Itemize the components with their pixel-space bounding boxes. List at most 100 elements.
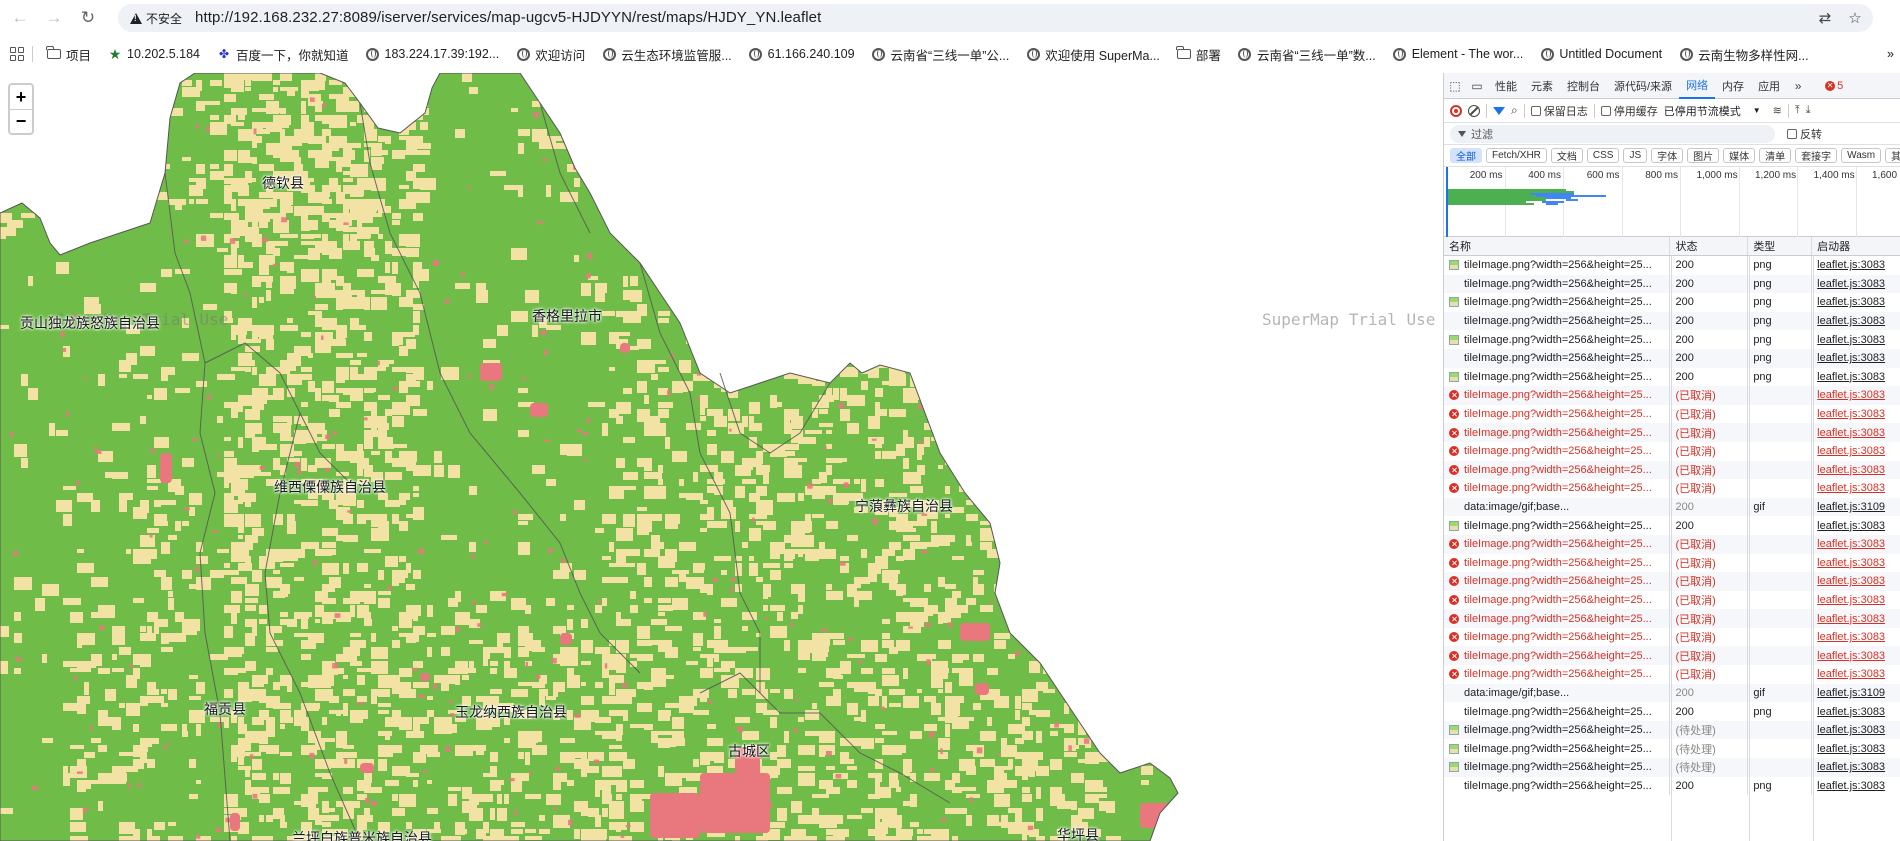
request-initiator-link[interactable]: leaflet.js:3083 xyxy=(1812,554,1900,573)
request-initiator-link[interactable]: leaflet.js:3083 xyxy=(1812,405,1900,424)
forward-button[interactable]: → xyxy=(42,6,66,30)
request-initiator-link[interactable]: leaflet.js:3083 xyxy=(1812,777,1900,796)
request-initiator-link[interactable]: leaflet.js:3083 xyxy=(1812,256,1900,275)
request-row[interactable]: tileImage.png?width=256&height=25... 200 p… xyxy=(1444,367,1900,387)
security-indicator[interactable]: 不安全 xyxy=(124,8,188,28)
bookmark-item[interactable]: 部署 xyxy=(1176,42,1221,66)
column-status[interactable]: 状态 xyxy=(1670,237,1749,255)
request-initiator-link[interactable]: leaflet.js:3083 xyxy=(1812,293,1900,312)
disable-cache-checkbox[interactable]: 停用缓存 xyxy=(1600,103,1658,119)
request-initiator-link[interactable]: leaflet.js:3083 xyxy=(1812,312,1900,331)
request-initiator-link[interactable]: leaflet.js:3083 xyxy=(1812,721,1900,740)
request-initiator-link[interactable]: leaflet.js:3083 xyxy=(1812,461,1900,480)
devtools-tab[interactable]: 应用 xyxy=(1751,73,1787,99)
more-tabs-icon[interactable]: » xyxy=(1787,75,1809,97)
request-initiator-link[interactable]: leaflet.js:3083 xyxy=(1812,646,1900,665)
request-initiator-link[interactable]: leaflet.js:3083 xyxy=(1812,572,1900,591)
export-har-icon[interactable]: ⤓ xyxy=(1806,104,1811,117)
bookmark-star-icon[interactable]: ☆ xyxy=(1845,8,1865,28)
request-initiator-link[interactable]: leaflet.js:3083 xyxy=(1812,591,1900,610)
map-tiles[interactable] xyxy=(0,73,1443,841)
type-filter-chip[interactable]: 图片 xyxy=(1687,148,1720,163)
request-initiator-link[interactable]: leaflet.js:3083 xyxy=(1812,758,1900,777)
request-row[interactable]: tileImage.png?width=256&height=25... 200 p… xyxy=(1444,274,1900,294)
request-row[interactable]: tileImage.png?width=256&height=25... 200 p… xyxy=(1444,256,1900,275)
request-initiator-link[interactable]: leaflet.js:3109 xyxy=(1812,498,1900,517)
record-icon[interactable] xyxy=(1450,104,1462,117)
bookmark-item[interactable]: 61.166.240.109 xyxy=(749,42,855,66)
type-filter-chip[interactable]: Wasm xyxy=(1841,148,1882,163)
filter-icon[interactable] xyxy=(1493,106,1505,115)
column-initiator[interactable]: 启动器 xyxy=(1812,237,1900,255)
network-overview-timeline[interactable]: 200 ms 400 ms 600 ms 800 ms 1,000 ms 1,200 ms… xyxy=(1444,167,1900,237)
request-initiator-link[interactable]: leaflet.js:3083 xyxy=(1812,628,1900,647)
request-initiator-link[interactable]: leaflet.js:3083 xyxy=(1812,665,1900,684)
request-initiator-link[interactable]: leaflet.js:3083 xyxy=(1812,535,1900,554)
throttle-select[interactable]: 已停用节流模式 ▼ xyxy=(1664,103,1761,119)
devtools-tab[interactable]: 元素 xyxy=(1524,73,1560,99)
request-row[interactable]: tileImage.png?width=256&height=25... (已取消… xyxy=(1444,534,1900,554)
filter-input[interactable]: 过滤 xyxy=(1450,124,1775,143)
import-har-icon[interactable]: ⤒ xyxy=(1795,104,1800,117)
request-row[interactable]: tileImage.png?width=256&height=25... (待处理… xyxy=(1444,720,1900,740)
request-row[interactable]: tileImage.png?width=256&height=25... (已取消… xyxy=(1444,386,1900,405)
type-filter-chip[interactable]: 文档 xyxy=(1550,148,1583,163)
invert-checkbox[interactable]: 反转 xyxy=(1787,126,1822,142)
bookmark-item[interactable]: 项目 xyxy=(46,42,91,66)
request-row[interactable]: tileImage.png?width=256&height=25... (已取消… xyxy=(1444,646,1900,666)
request-row[interactable]: tileImage.png?width=256&height=25... 200 p… xyxy=(1444,776,1900,796)
devtools-tab[interactable]: 性能 xyxy=(1488,73,1524,99)
type-filter-chip[interactable]: 套接字 xyxy=(1795,148,1838,163)
type-filter-chip[interactable]: 清单 xyxy=(1759,148,1792,163)
bookmark-item[interactable]: Untitled Document xyxy=(1540,42,1662,66)
request-initiator-link[interactable]: leaflet.js:3083 xyxy=(1812,739,1900,758)
device-toolbar-icon[interactable]: ▭ xyxy=(1466,75,1488,97)
bookmark-item[interactable]: 183.224.17.39:192... xyxy=(366,42,499,66)
request-row[interactable]: tileImage.png?width=256&height=25... 200 p… xyxy=(1444,348,1900,368)
map-viewport[interactable]: + − SuperMap Trial Use SuperMap Trial Us… xyxy=(0,73,1443,841)
request-row[interactable]: tileImage.png?width=256&height=25... (已取消… xyxy=(1444,404,1900,424)
url-text[interactable]: http://192.168.232.27:8089/iserver/servi… xyxy=(195,9,821,26)
request-initiator-link[interactable]: leaflet.js:3083 xyxy=(1812,479,1900,498)
request-row[interactable]: tileImage.png?width=256&height=25... (待处理… xyxy=(1444,758,1900,777)
request-initiator-link[interactable]: leaflet.js:3083 xyxy=(1812,275,1900,294)
request-row[interactable]: tileImage.png?width=256&height=25... 200 p… xyxy=(1444,330,1900,349)
type-filter-chip[interactable]: 媒体 xyxy=(1723,148,1756,163)
bookmark-item[interactable]: 云南省“三线一单”公... xyxy=(872,42,1009,66)
request-row[interactable]: tileImage.png?width=256&height=25... (已取消… xyxy=(1444,590,1900,610)
request-row[interactable]: tileImage.png?width=256&height=25... (已取消… xyxy=(1444,665,1900,684)
type-filter-chip[interactable]: JS xyxy=(1623,148,1648,163)
network-conditions-icon[interactable]: ≋ xyxy=(1773,104,1782,117)
apps-button[interactable] xyxy=(10,42,24,66)
request-initiator-link[interactable]: leaflet.js:3083 xyxy=(1812,330,1900,349)
column-name[interactable]: 名称 xyxy=(1444,237,1671,255)
request-initiator-link[interactable]: leaflet.js:3083 xyxy=(1812,442,1900,461)
bookmark-item[interactable]: 云生态环境监管服... xyxy=(602,42,732,66)
request-row[interactable]: tileImage.png?width=256&height=25... (已取消… xyxy=(1444,553,1900,573)
request-row[interactable]: tileImage.png?width=256&height=25... (已取消… xyxy=(1444,460,1900,480)
zoom-out-button[interactable]: − xyxy=(10,109,32,133)
error-count-badge[interactable]: ✕ 5 xyxy=(1825,80,1843,92)
more-bookmarks-icon[interactable]: » xyxy=(1887,42,1894,66)
request-row[interactable]: tileImage.png?width=256&height=25... 200 p… xyxy=(1444,702,1900,721)
clear-icon[interactable] xyxy=(1468,104,1480,117)
request-row[interactable]: tileImage.png?width=256&height=25... (已取消… xyxy=(1444,441,1900,461)
type-filter-chip[interactable]: Fetch/XHR xyxy=(1486,148,1547,163)
address-bar[interactable]: 不安全 http://192.168.232.27:8089/iserver/s… xyxy=(118,4,1873,32)
request-initiator-link[interactable]: leaflet.js:3083 xyxy=(1812,423,1900,442)
translate-icon[interactable]: ⇄ xyxy=(1815,8,1835,28)
request-row[interactable]: tileImage.png?width=256&height=25... (已取消… xyxy=(1444,572,1900,591)
request-initiator-link[interactable]: leaflet.js:3083 xyxy=(1812,349,1900,368)
search-icon[interactable]: ⌕ xyxy=(1511,103,1518,118)
type-filter-chip[interactable]: 其他 xyxy=(1885,148,1900,163)
reload-button[interactable]: ↻ xyxy=(76,6,100,30)
request-row[interactable]: tileImage.png?width=256&height=25... (已取消… xyxy=(1444,609,1900,628)
devtools-tab[interactable]: 控制台 xyxy=(1560,73,1607,99)
request-initiator-link[interactable]: leaflet.js:3083 xyxy=(1812,702,1900,721)
request-initiator-link[interactable]: leaflet.js:3083 xyxy=(1812,368,1900,387)
request-initiator-link[interactable]: leaflet.js:3083 xyxy=(1812,516,1900,535)
request-row[interactable]: data:image/gif;base... 200 gif leaflet.js:3… xyxy=(1444,497,1900,517)
bookmark-item[interactable]: 云南生物多样性网... xyxy=(1679,42,1809,66)
inspect-element-icon[interactable]: ⬚ xyxy=(1444,75,1466,97)
request-row[interactable]: tileImage.png?width=256&height=25... (已取消… xyxy=(1444,627,1900,647)
